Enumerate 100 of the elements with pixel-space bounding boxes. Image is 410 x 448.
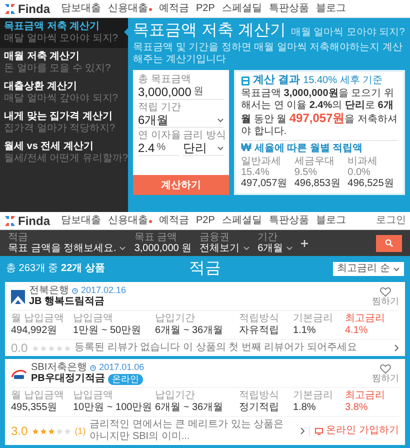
field-label: 적립 기간 <box>138 102 182 113</box>
nav-link[interactable]: 예적금 <box>159 4 189 14</box>
nav-link[interactable]: 스페셜딜 <box>222 216 262 226</box>
page-description: 목표금액 및 기간을 정하면 매월 얼마씩 저축해야하는지 계산해주는 계산기입니다 <box>133 42 404 66</box>
field-label: 금융권 <box>200 232 231 242</box>
chevron-right-icon[interactable] <box>300 427 306 435</box>
input-field[interactable]: 3,000,000 원 <box>138 85 224 100</box>
sidebar-item[interactable]: 목표금액 저축 계산기 매달 얼마씩 모아야 되지? <box>0 18 128 48</box>
nav-link[interactable]: 특판상품 <box>268 4 309 14</box>
nav-link[interactable]: 블로그 <box>316 216 346 226</box>
field-label: 목표 금액 <box>134 232 178 242</box>
nav-link[interactable]: 블로그 <box>316 4 346 14</box>
favorite-button[interactable]: 찜하기 <box>372 287 399 306</box>
caret-icon <box>393 266 400 272</box>
review-text: 금리적인 면에서는 큰 메리트가 있는 상품은 아니지만 SBI의 이미... <box>90 419 285 443</box>
field-value: 1.8% <box>293 401 317 414</box>
update-date: 2017.01.06 <box>99 363 144 372</box>
nav-link[interactable]: P2P <box>196 216 215 226</box>
bank-name: SBI저축은행 <box>31 362 88 373</box>
field-label: 적립방식 <box>239 390 280 401</box>
caret-icon <box>119 246 126 251</box>
select-field[interactable]: 목표 금액을 정해보세요. <box>8 242 126 254</box>
bank-name: 전북은행 <box>29 285 69 296</box>
clock-icon <box>90 364 96 370</box>
input-field[interactable]: 2.4 % <box>138 141 179 156</box>
nav-link[interactable]: 예적금 <box>159 216 189 226</box>
field-label: 기본금리 <box>293 313 334 324</box>
field-label: 적금 <box>8 232 29 242</box>
field-value: 1만원 ~ 50만원 <box>73 324 142 337</box>
select-field[interactable]: 전체보기 <box>200 242 250 254</box>
nav-link[interactable]: 특판상품 <box>268 216 309 226</box>
field-label: 기본금리 <box>293 390 334 401</box>
field-label: 기간 <box>258 232 279 242</box>
login-link[interactable]: 로그인 <box>376 216 406 226</box>
chevron-right-icon[interactable] <box>394 344 399 352</box>
page-title: 목표금액 저축 계산기 <box>133 22 286 40</box>
tax-label: 비과세 0.0% <box>348 156 379 178</box>
section-title: 적금 <box>189 261 221 277</box>
field-value: 3.8% <box>345 401 369 414</box>
monitor-icon <box>315 428 324 434</box>
field-label: 월 납입금액 <box>11 313 65 324</box>
mountain-logo-icon <box>11 290 25 304</box>
sort-select[interactable]: 최고금리 순 <box>333 262 404 276</box>
rating-score: 3.0 <box>11 425 28 437</box>
input-field[interactable]: 3,000,000 원 <box>134 242 192 254</box>
page-subtitle: 매월 얼마씩 모아야 되지? <box>290 26 405 40</box>
field-value: 1.1% <box>293 324 317 337</box>
logo-icon[interactable] <box>4 214 16 226</box>
product-name: PB우대정기적금 <box>31 373 105 385</box>
search-icon <box>385 239 393 247</box>
nav-link[interactable]: 담보대출 <box>61 4 101 14</box>
field-value: 494,992원 <box>11 324 58 337</box>
field-value: 495,355원 <box>11 401 58 414</box>
update-date: 2017.02.16 <box>81 286 126 295</box>
select-field[interactable]: 6개월 <box>258 242 294 254</box>
field-value: 자유적립 <box>239 324 280 337</box>
field-label: 납입금액 <box>73 390 114 401</box>
logo-text[interactable]: Finda <box>18 2 50 14</box>
arc-logo-icon <box>11 368 27 380</box>
logo-text[interactable]: Finda <box>18 214 50 226</box>
caret-icon <box>217 118 224 122</box>
field-value: 4.1% <box>345 324 369 337</box>
tax-label: 세금우대 9.5% <box>294 156 336 178</box>
nav-link[interactable]: 신용대출 <box>108 4 152 14</box>
nav-link[interactable]: P2P <box>196 4 215 14</box>
calculator-icon <box>241 76 250 86</box>
product-name: JB 행복드림적금 <box>29 296 105 308</box>
nav-link[interactable]: 스페셜딜 <box>222 4 262 14</box>
clock-icon <box>72 288 78 294</box>
field-label: 금리 방식 <box>183 130 224 141</box>
field-label: 납입금액 <box>73 313 114 324</box>
review-count: (1) <box>74 426 86 436</box>
field-value: 10만원 ~ 100만원 <box>73 401 151 414</box>
caret-icon <box>242 246 250 251</box>
tax-title: 세율에 따른 월별 적립액 <box>254 144 363 154</box>
field-label: 납입기간 <box>155 390 196 401</box>
plus-icon[interactable] <box>301 240 308 246</box>
search-button[interactable] <box>376 234 402 252</box>
field-label: 총 목표금액 <box>138 74 192 85</box>
field-label: 납입기간 <box>155 313 196 324</box>
field-value: 정기적립 <box>239 401 280 414</box>
heart-icon <box>380 364 391 374</box>
select-field[interactable]: 단리 <box>183 141 224 156</box>
rating-score: 0.0 <box>11 342 28 354</box>
result-count: 총 263개 중 22개 상품 <box>6 264 105 274</box>
caret-icon <box>286 246 294 251</box>
field-label: 월 납입금액 <box>11 390 65 401</box>
field-value: 6개월 ~ 36개월 <box>155 401 224 414</box>
select-field[interactable]: 6개월 <box>138 113 224 128</box>
logo-icon[interactable] <box>4 2 16 14</box>
favorite-button[interactable]: 찜하기 <box>372 364 399 383</box>
heart-icon <box>380 287 391 297</box>
tax-amount: 497,057원 <box>241 178 288 190</box>
field-label: 최고금리 <box>345 313 386 324</box>
result-basis: 15.40% 세후 기준 <box>303 76 383 86</box>
field-label: 적립방식 <box>239 313 280 324</box>
tax-amount: 496,525원 <box>348 178 395 190</box>
result-sentence: 목표금액 3,000,000원을 모으기 위해서는 연 이율 2.4%의 단리로 6개월 동안 월 497,057원을 저축하셔야 합니다. <box>241 88 398 138</box>
nav-link[interactable]: 신용대출 <box>108 216 152 226</box>
nav-link[interactable]: 담보대출 <box>61 216 101 226</box>
